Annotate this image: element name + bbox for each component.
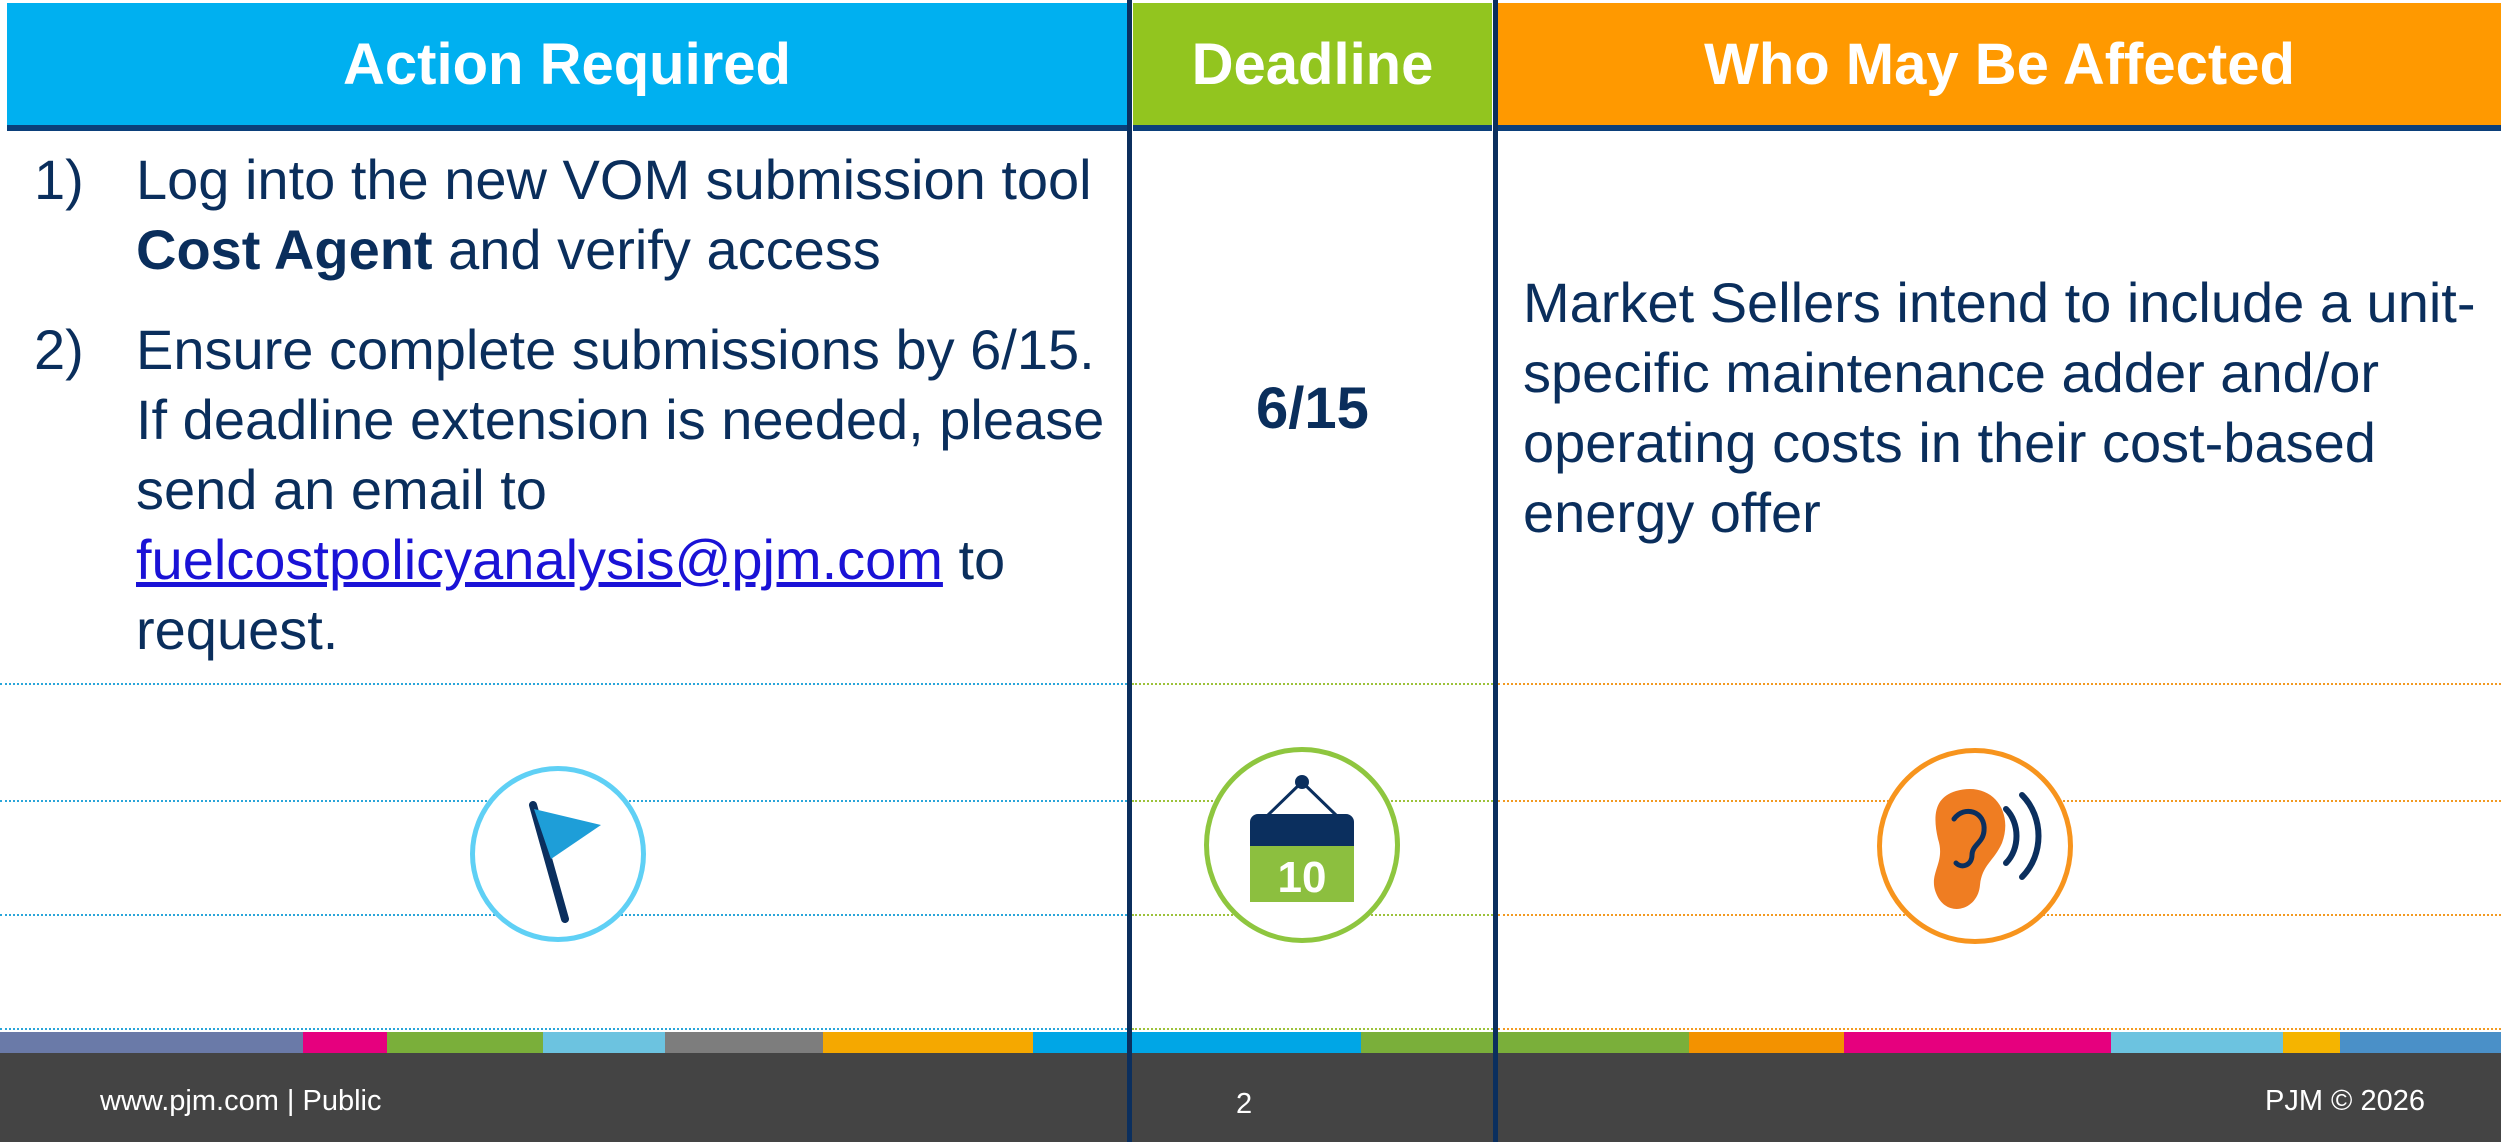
column-divider [1127, 0, 1132, 1142]
footer-copyright: PJM © 2026 [2265, 1085, 2425, 1117]
header-who-may-be-affected: Who May Be Affected [1498, 3, 2501, 131]
stripe-segment [1491, 1032, 1689, 1053]
cost-agent-label: Cost Agent [136, 218, 433, 281]
flag-icon [470, 766, 646, 942]
dotted-divider [1498, 1028, 2501, 1030]
dotted-divider [1132, 683, 1493, 685]
header-deadline-label: Deadline [1191, 31, 1434, 97]
ear-listening-icon [1877, 748, 2073, 944]
page-number: 2 [1236, 1088, 1253, 1120]
email-link[interactable]: fuelcostpolicyanalysis@pjm.com [136, 528, 943, 591]
color-stripe [0, 1032, 2501, 1053]
action-list: 1) Log into the new VOM submission tool … [30, 145, 1120, 695]
stripe-segment [1361, 1032, 1491, 1053]
footer: www.pjm.com | Public 2 PJM © 2026 [0, 1053, 2501, 1142]
action-1-text: Log into the new VOM submission tool [136, 148, 1092, 211]
header-action-required: Action Required [7, 3, 1127, 131]
column-divider [1493, 0, 1498, 1142]
dotted-divider [1132, 1028, 1493, 1030]
list-item: 1) Log into the new VOM submission tool … [30, 145, 1120, 285]
stripe-segment [303, 1032, 387, 1053]
stripe-segment [2283, 1032, 2340, 1053]
stripe-segment [0, 1032, 303, 1053]
dotted-divider [0, 1028, 1127, 1030]
action-1-rest: and verify access [432, 218, 881, 281]
list-number: 2) [34, 318, 84, 381]
stripe-segment [387, 1032, 543, 1053]
deadline-date: 6/15 [1256, 376, 1369, 441]
header-action-label: Action Required [343, 31, 791, 97]
list-item-text: Log into the new VOM submission tool Cos… [136, 145, 1120, 285]
calendar-number: 10 [1278, 853, 1327, 902]
header-deadline: Deadline [1133, 3, 1492, 131]
list-number: 1) [34, 148, 84, 211]
stripe-segment [1133, 1032, 1361, 1053]
stripe-segment [823, 1032, 1033, 1053]
header-who-label: Who May Be Affected [1704, 31, 2295, 97]
stripe-segment [2111, 1032, 2283, 1053]
dotted-divider [0, 683, 1127, 685]
stripe-segment [665, 1032, 823, 1053]
footer-site: www.pjm.com | Public [100, 1085, 382, 1117]
stripe-segment [1033, 1032, 1133, 1053]
stripe-segment [543, 1032, 665, 1053]
stripe-segment [1844, 1032, 2111, 1053]
affected-description: Market Sellers intend to include a unit-… [1523, 271, 2476, 544]
stripe-segment [1689, 1032, 1844, 1053]
list-item: 2) Ensure complete submissions by 6/15. … [30, 315, 1120, 665]
dotted-divider [1498, 683, 2501, 685]
list-item-text: Ensure complete submissions by 6/15. If … [136, 315, 1120, 665]
stripe-segment [2340, 1032, 2501, 1053]
calendar-icon: 10 [1204, 747, 1400, 943]
action-2-text: Ensure complete submissions by 6/15. If … [136, 318, 1105, 521]
